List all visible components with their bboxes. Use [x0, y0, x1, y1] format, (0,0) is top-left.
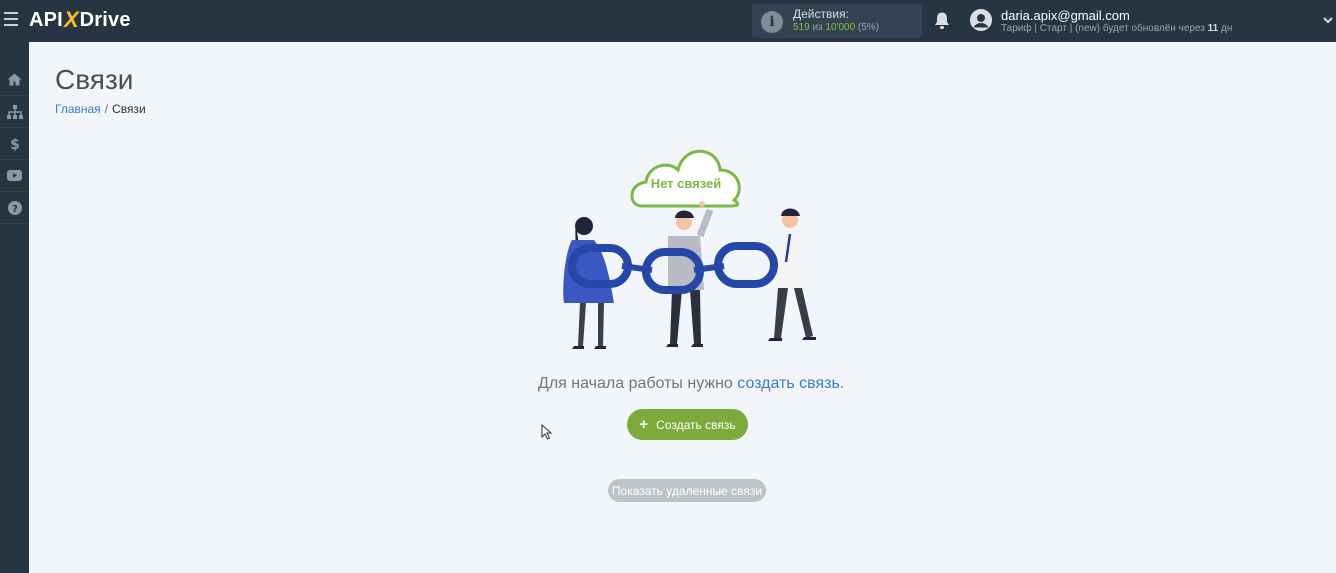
- logo-part-api: API: [29, 8, 63, 31]
- info-icon: i: [761, 11, 783, 33]
- menu-burger-icon[interactable]: [4, 12, 18, 28]
- sidebar: $ ?: [0, 42, 29, 573]
- sidebar-item-help[interactable]: ?: [0, 192, 29, 224]
- message-suffix: .: [839, 375, 845, 392]
- bell-icon[interactable]: [933, 11, 951, 31]
- empty-state-message: Для начала работы нужно создать связь.: [538, 375, 844, 393]
- mouse-cursor-icon: [541, 424, 553, 440]
- sidebar-item-billing[interactable]: $: [0, 128, 29, 160]
- actions-usage: 519 из 10'000 (5%): [793, 22, 879, 33]
- actions-used: 519: [793, 22, 810, 33]
- top-bar: API X Drive i Действия: 519 из 10'000 (5…: [0, 0, 1336, 42]
- show-deleted-button[interactable]: Показать удаленные связи: [608, 479, 766, 502]
- svg-text:?: ?: [12, 204, 18, 215]
- cloud-label: Нет связей: [651, 176, 722, 191]
- create-connection-link[interactable]: создать связь: [737, 375, 840, 392]
- create-connection-label: Создать связь: [656, 417, 736, 432]
- actions-total: 10'000: [825, 22, 856, 33]
- dollar-icon: $: [10, 137, 20, 151]
- breadcrumb-home-link[interactable]: Главная: [55, 102, 101, 116]
- help-icon: ?: [7, 200, 22, 215]
- user-plan: Тариф | Старт | (new) будет обновлён чер…: [1001, 23, 1232, 34]
- plus-icon: +: [639, 416, 649, 433]
- message-prefix: Для начала работы нужно: [538, 375, 738, 392]
- user-plan-days: 11: [1207, 23, 1219, 34]
- breadcrumb: Главная / Связи: [55, 102, 146, 116]
- cloud-icon: Нет связей: [630, 149, 741, 208]
- actions-of: из: [809, 22, 826, 33]
- empty-state-illustration: Нет связей: [563, 149, 816, 349]
- user-avatar-icon[interactable]: [970, 9, 992, 31]
- actions-counter[interactable]: i Действия: 519 из 10'000 (5%): [752, 4, 922, 38]
- svg-text:$: $: [10, 137, 20, 151]
- logo-part-drive: Drive: [79, 8, 131, 31]
- breadcrumb-separator: /: [104, 102, 109, 116]
- user-email[interactable]: daria.apix@gmail.com: [1001, 8, 1130, 23]
- logo[interactable]: API X Drive: [29, 7, 131, 33]
- sitemap-icon: [6, 104, 23, 119]
- sidebar-item-connections[interactable]: [0, 96, 29, 128]
- breadcrumb-current: Связи: [112, 102, 146, 116]
- sidebar-item-home[interactable]: [0, 64, 29, 96]
- actions-title: Действия:: [793, 7, 849, 21]
- sidebar-item-video[interactable]: [0, 160, 29, 192]
- user-plan-prefix: Тариф | Старт | (new) будет обновлён чер…: [1001, 23, 1208, 34]
- user-plan-suffix: дн: [1218, 23, 1233, 34]
- chevron-down-icon[interactable]: [1321, 13, 1335, 27]
- page-title: Связи: [55, 64, 134, 95]
- youtube-icon: [7, 170, 22, 181]
- actions-percent: (5%): [855, 22, 880, 33]
- create-connection-button[interactable]: + Создать связь: [627, 409, 748, 440]
- logo-part-x: X: [63, 7, 79, 32]
- home-icon: [7, 73, 22, 86]
